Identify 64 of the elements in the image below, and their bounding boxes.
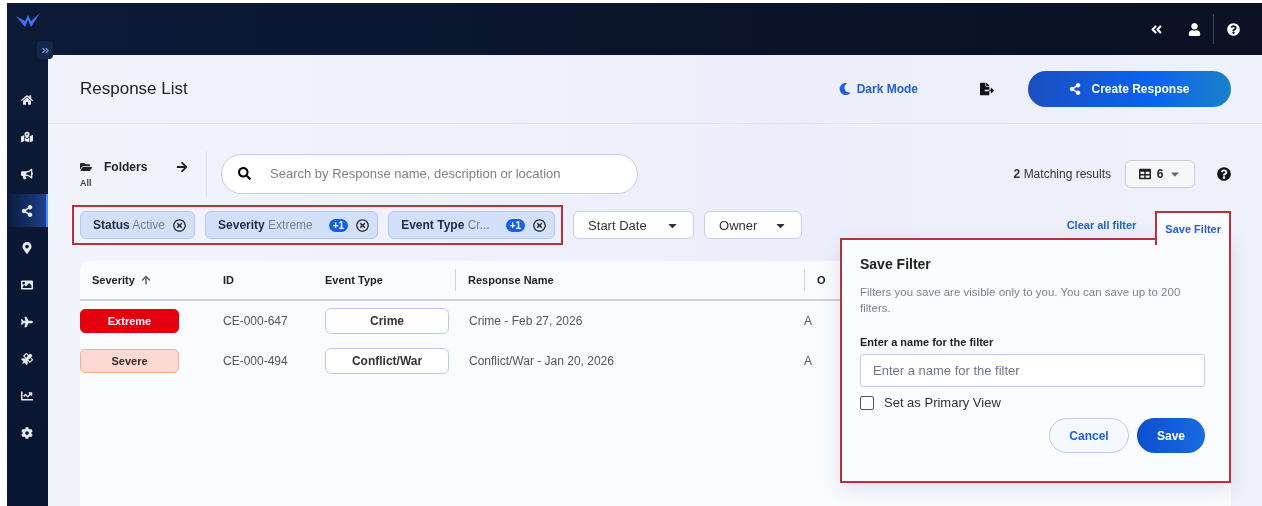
filter-chip[interactable]: Severity Extreme +1	[205, 211, 379, 239]
save-filter-button[interactable]: Save Filter	[1155, 211, 1231, 245]
share-icon	[20, 204, 33, 217]
moon-icon	[838, 83, 851, 95]
chip-label: Event Type Cr...	[401, 218, 490, 232]
help-icon[interactable]	[1217, 166, 1231, 181]
search-icon	[238, 166, 251, 180]
folders-button[interactable]: Folders	[80, 159, 188, 174]
filter-name-field[interactable]: Enter a name for the filter	[860, 354, 1205, 387]
event-type-tag: Conflict/War	[325, 348, 449, 374]
cancel-button[interactable]: Cancel	[1049, 418, 1129, 453]
event-type-tag: Crime	[325, 308, 449, 334]
satellite-icon	[20, 352, 33, 365]
filter-chip[interactable]: Event Type Cr... +1	[388, 211, 556, 239]
settings-icon	[20, 426, 33, 439]
map-icon	[20, 130, 33, 143]
expand-button[interactable]	[37, 41, 53, 59]
remove-icon[interactable]	[533, 218, 547, 232]
page-title: Response List	[80, 79, 189, 99]
dark-mode-button[interactable]: Dark Mode	[838, 82, 918, 96]
image-icon	[20, 278, 33, 291]
table-cell: Conflict/War - Jan 20, 2026	[469, 354, 614, 368]
save-button[interactable]: Save	[1137, 418, 1205, 453]
home-icon	[20, 93, 33, 106]
filter-dropdown[interactable]: Owner	[704, 211, 803, 239]
table-icon	[1138, 167, 1151, 180]
popover-title: Save Filter	[860, 256, 932, 272]
export-icon[interactable]	[980, 82, 994, 96]
arrow-right-icon	[176, 160, 188, 173]
chip-label: Severity Extreme	[218, 218, 313, 232]
plane-icon	[20, 315, 33, 328]
sidebar-item[interactable]	[7, 194, 48, 227]
create-response-button[interactable]: Create Response	[1028, 71, 1231, 107]
table-cell-text: CE-000-647	[223, 313, 289, 330]
column-header[interactable]: Severity	[80, 261, 223, 301]
chip-label: Status Active	[93, 218, 166, 232]
filter-dropdown[interactable]: Start Date	[573, 211, 695, 239]
table-cell: A	[804, 354, 812, 368]
clear-filter-link[interactable]: Clear all filter	[1066, 219, 1137, 231]
folder-current: All	[80, 177, 93, 188]
count-badge: +1	[328, 218, 349, 232]
count-badge: +1	[505, 218, 526, 232]
table-cell: A	[804, 314, 812, 328]
double-chevron-icon	[40, 45, 50, 55]
columns-button[interactable]: 6	[1125, 159, 1195, 188]
field-label: Enter a name for the filter	[860, 336, 995, 348]
column-header[interactable]: ID	[223, 261, 325, 301]
location-pin-icon	[20, 241, 33, 254]
folder-icon	[80, 160, 92, 173]
table-cell: Crime - Feb 27, 2026	[469, 314, 583, 328]
severity-tag: Severe	[80, 349, 179, 373]
search-field[interactable]: Search by Response name, description or location	[221, 153, 638, 194]
megaphone-icon	[20, 167, 33, 180]
checkbox-label: Set as Primary View	[884, 395, 1001, 410]
remove-icon[interactable]	[356, 218, 370, 232]
popover-description: Filters you save are visible only to you. You can save up to 200 filters.	[860, 285, 1182, 316]
results-count: 2 Matching results	[1013, 166, 1111, 181]
share-icon	[1069, 83, 1082, 95]
table-cell-text: CE-000-494	[223, 353, 289, 370]
line-chart-icon	[20, 389, 33, 402]
remove-icon[interactable]	[173, 218, 187, 232]
severity-tag: Extreme	[80, 309, 179, 333]
checkbox[interactable]	[860, 395, 874, 410]
filter-chip[interactable]: Status Active	[80, 211, 196, 239]
